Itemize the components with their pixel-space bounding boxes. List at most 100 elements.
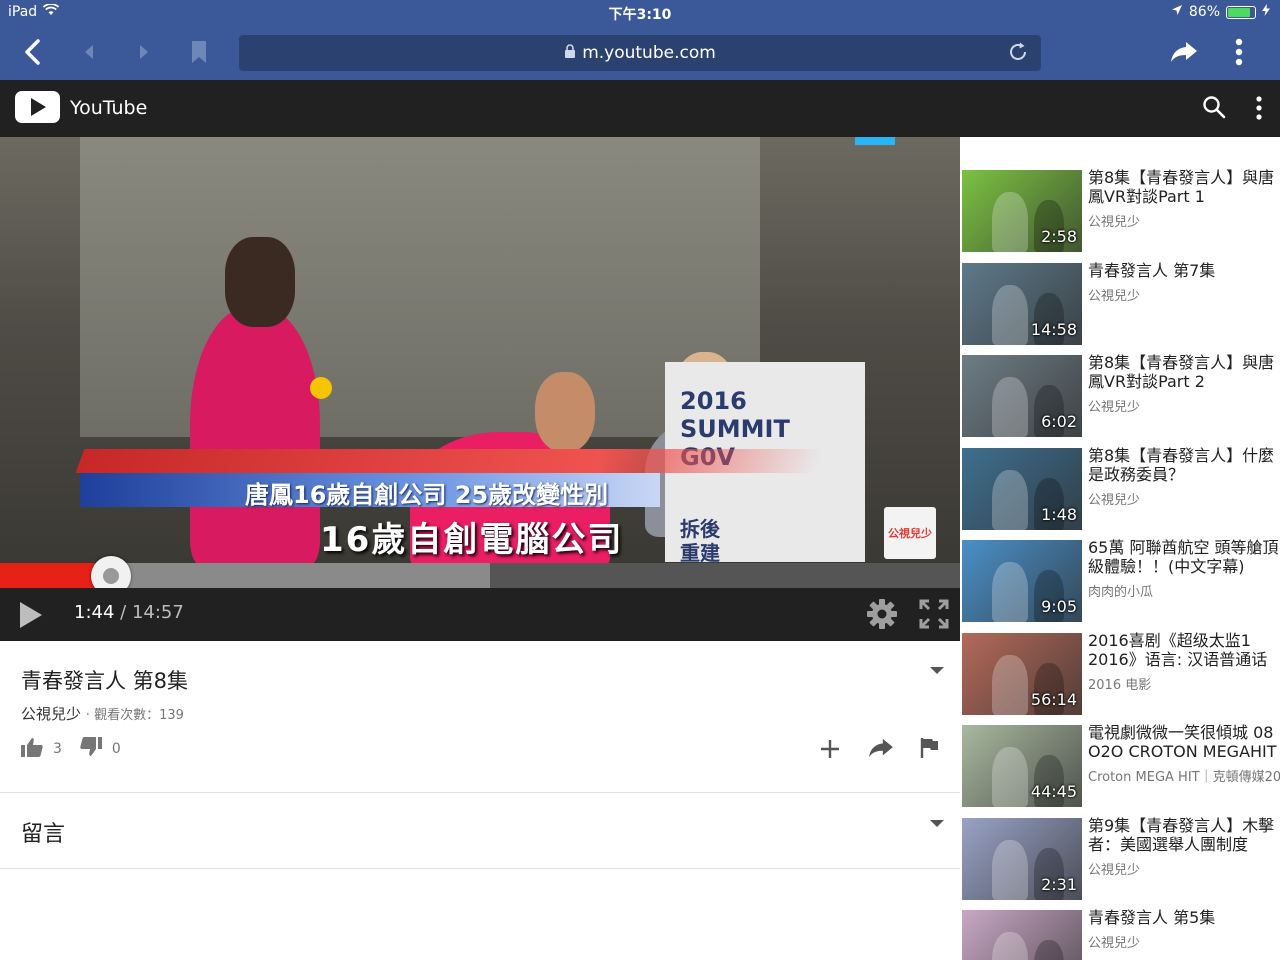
related-video-channel: 公視兒少 (1088, 288, 1141, 304)
video-actions (818, 737, 940, 765)
share-button[interactable] (1168, 36, 1200, 68)
video-caption-2: 16歲自創電腦公司 (320, 520, 624, 560)
expand-description-icon[interactable] (928, 661, 946, 680)
related-video-channel: Croton MEGA HIT｜克頓傳媒20 (1088, 770, 1280, 785)
related-video-title[interactable]: 65萬 阿聯酋航空 頭等艙頂級體驗！！(中文字幕) (1088, 538, 1280, 576)
more-menu-icon[interactable] (1255, 96, 1263, 124)
video-title: 青春發言人 第8集 (21, 669, 189, 693)
like-count: 3 (53, 741, 62, 757)
video-scene-screen (80, 137, 760, 437)
share-icon[interactable] (868, 737, 894, 765)
video-thumbnail[interactable]: 14:58 (962, 262, 1082, 345)
back-button[interactable] (17, 36, 49, 68)
search-icon[interactable] (1202, 95, 1226, 123)
charging-icon (1262, 4, 1270, 20)
play-icon[interactable] (18, 600, 44, 634)
expand-comments-icon[interactable] (928, 814, 946, 833)
thumbs-up-icon[interactable] (21, 737, 43, 761)
related-video-item[interactable]: 56:14 2016喜剧《超级太监1 2016》语言: 汉语普通话 2016 电影 (962, 631, 1280, 717)
related-video-title[interactable]: 第8集【青春發言人】與唐鳳VR對談Part 1 (1088, 168, 1280, 206)
flag-icon[interactable] (920, 737, 940, 765)
related-video-channel: 公視兒少 (1088, 215, 1141, 230)
related-video-item[interactable]: 9:05 65萬 阿聯酋航空 頭等艙頂級體驗！！(中文字幕) 肉肉的小瓜 (962, 538, 1280, 624)
related-video-channel: 公視兒少 (1088, 400, 1141, 415)
related-video-title[interactable]: 第8集【青春發言人】什麼是政務委員？ (1088, 446, 1280, 484)
video-duration: 2:31 (1041, 874, 1077, 894)
status-time: 下午3:10 (608, 7, 672, 23)
lock-icon (564, 43, 576, 63)
related-video-title[interactable]: 電視劇微微一笑很傾城 08 O2O CROTON MEGAHIT O (1088, 723, 1280, 761)
history-back-button[interactable] (73, 36, 105, 68)
related-video-item[interactable]: 44:45 電視劇微微一笑很傾城 08 O2O CROTON MEGAHIT O C… (962, 723, 1280, 809)
current-time: 1:44 (74, 602, 115, 623)
view-count: 觀看次數：139 (94, 708, 184, 723)
bookmark-button[interactable] (183, 36, 215, 68)
dislike-count: 0 (111, 741, 121, 757)
channel-name[interactable]: 公視兒少 (21, 705, 81, 723)
like-dislike-bar: 3 0 (21, 737, 121, 761)
related-video-channel: 公視兒少 (1088, 862, 1141, 878)
thumbs-down-icon[interactable] (80, 737, 102, 761)
video-thumbnail[interactable]: 9:05 (962, 540, 1082, 622)
location-icon (1171, 4, 1183, 20)
battery-percent: 86% (1188, 4, 1220, 20)
comments-section[interactable]: 留言 (0, 794, 960, 869)
video-duration: 9:05 (1041, 597, 1077, 616)
player-controls: 1:44 / 14:57 (0, 588, 960, 641)
comments-title: 留言 (21, 822, 66, 847)
reload-icon[interactable] (1007, 41, 1029, 68)
browser-toolbar: m.youtube.com (0, 26, 1280, 80)
video-duration: 6:02 (1041, 412, 1077, 431)
status-bar: iPad 下午3:10 86% (0, 0, 1280, 26)
video-meta: 公視兒少 · 觀看次數：139 (21, 705, 184, 723)
video-thumbnail[interactable]: 2:31 (962, 817, 1082, 900)
video-thumbnail[interactable]: 1:48 (962, 447, 1082, 530)
video-frame[interactable]: 2016 SUMMIT G0V 拆後 重建 唐鳳16歲自創公司 25歲改變性別 … (0, 137, 960, 572)
video-thumbnail[interactable]: 6:02 (962, 355, 1082, 437)
podium-side-text: 拆後 重建 (680, 517, 720, 565)
video-duration: 14:58 (1030, 319, 1077, 339)
related-video-channel: 2016 电影 (1088, 677, 1152, 693)
youtube-header: YouTube (0, 80, 1280, 137)
gear-icon[interactable] (866, 598, 898, 634)
video-duration: 44:45 (1030, 782, 1077, 801)
video-duration: 1:48 (1041, 504, 1077, 524)
video-thumbnail[interactable] (962, 910, 1082, 960)
history-forward-button[interactable] (128, 36, 160, 68)
time-display: 1:44 / 14:57 (74, 602, 184, 623)
video-player[interactable]: 2016 SUMMIT G0V 拆後 重建 唐鳳16歲自創公司 25歲改變性別 … (0, 137, 960, 641)
progress-bar[interactable] (0, 556, 960, 596)
video-duration: 2:58 (1041, 227, 1077, 246)
related-video-item[interactable]: 2:58 第8集【青春發言人】與唐鳳VR對談Part 1 公視兒少 (962, 168, 1280, 254)
related-video-item[interactable]: 14:58 青春發言人 第7集 公視兒少 (962, 261, 1280, 347)
related-video-title[interactable]: 2016喜剧《超级太监1 2016》语言: 汉语普通话 (1088, 631, 1280, 669)
related-video-channel: 公視兒少 (1088, 936, 1141, 951)
video-info: 青春發言人 第8集 公視兒少 · 觀看次數：139 3 0 (0, 641, 960, 793)
youtube-logo-icon[interactable] (15, 91, 60, 123)
video-caption-1: 唐鳳16歲自創公司 25歲改變性別 (245, 481, 609, 509)
related-video-title[interactable]: 第8集【青春發言人】與唐鳳VR對談Part 2 (1088, 353, 1280, 391)
video-thumbnail[interactable]: 56:14 (962, 632, 1082, 715)
related-videos-sidebar: 2:58 第8集【青春發言人】與唐鳳VR對談Part 1 公視兒少 14:58 青春發言… (960, 137, 1280, 960)
channel-watermark: 公視兒少 (884, 507, 936, 559)
fullscreen-icon[interactable] (918, 598, 950, 634)
add-to-playlist-icon[interactable] (818, 737, 842, 765)
related-video-item[interactable]: 1:48 第8集【青春發言人】什麼是政務委員？ 公視兒少 (962, 446, 1280, 532)
browser-menu-icon[interactable] (1223, 36, 1255, 68)
related-video-title[interactable]: 第9集【青春發言人】木擊者：美國選舉人團制度 (1088, 816, 1280, 854)
related-video-title[interactable]: 青春發言人 第5集 (1088, 908, 1280, 927)
related-video-channel: 肉肉的小瓜 (1088, 585, 1154, 600)
related-video-item[interactable]: 青春發言人 第5集公視兒少 (962, 908, 1280, 960)
url-bar[interactable]: m.youtube.com (239, 35, 1041, 71)
video-thumbnail[interactable]: 2:58 (962, 170, 1082, 252)
related-video-item[interactable]: 2:31 第9集【青春發言人】木擊者：美國選舉人團制度公視兒少 (962, 816, 1280, 902)
youtube-title[interactable]: YouTube (70, 97, 147, 119)
video-thumbnail[interactable]: 44:45 (962, 725, 1082, 807)
url-text: m.youtube.com (582, 43, 716, 63)
related-video-item[interactable]: 6:02 第8集【青春發言人】與唐鳳VR對談Part 2 公視兒少 (962, 353, 1280, 439)
related-video-title[interactable]: 青春發言人 第7集 (1088, 261, 1280, 280)
related-video-channel: 公視兒少 (1088, 492, 1141, 508)
speaker-left (190, 307, 320, 567)
video-duration: 56:14 (1030, 689, 1077, 709)
duration: 14:57 (131, 602, 184, 623)
